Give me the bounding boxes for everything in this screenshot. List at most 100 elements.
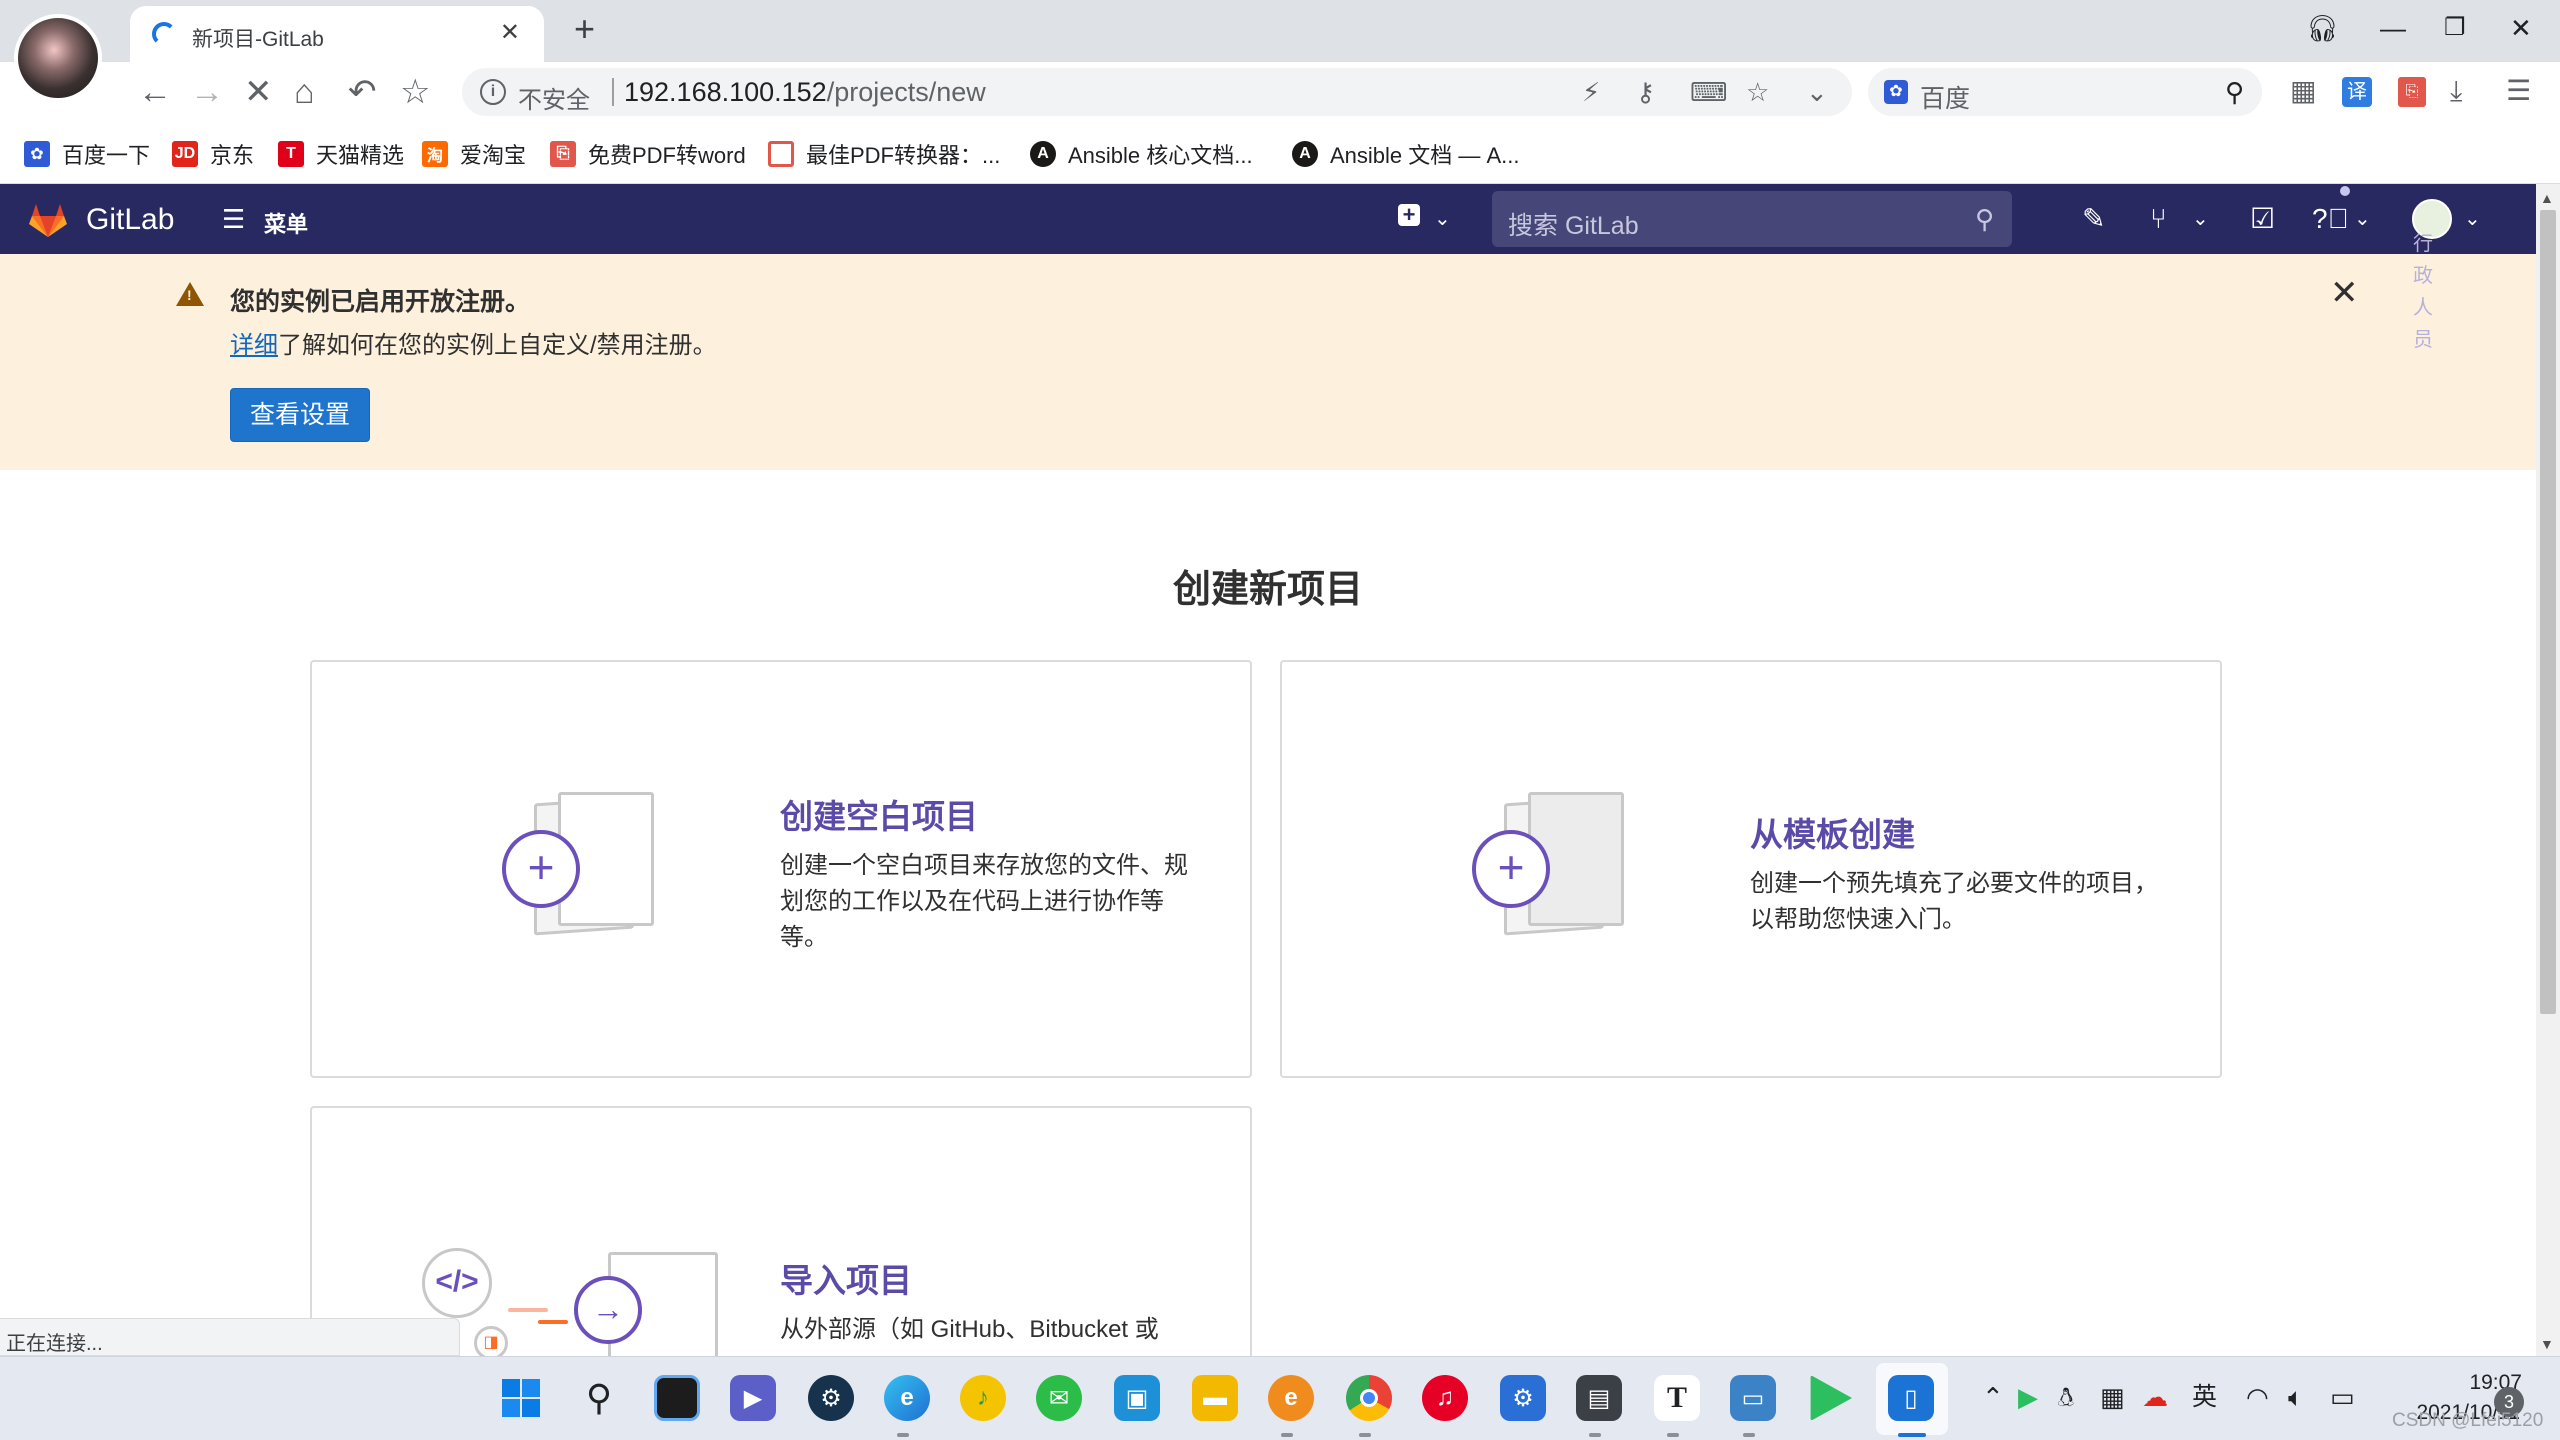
media-player-icon[interactable] (1810, 1375, 1852, 1421)
download-icon[interactable]: ⤓ (2450, 73, 2462, 109)
bookmark-label: 免费PDF转word (588, 143, 746, 168)
chevron-down-icon[interactable]: ⌄ (1434, 206, 1451, 231)
qq-tray-icon[interactable]: 🐧︎ (2058, 1379, 2074, 1415)
url-text[interactable]: 192.168.100.152/projects/new (624, 77, 986, 108)
stop-button[interactable]: ✕ (244, 72, 273, 112)
battery-icon[interactable]: ▭ (2330, 1379, 2355, 1415)
bookmark-item[interactable]: ⎘ 免费PDF转word (550, 139, 746, 169)
bookmark-item[interactable]: ✿ 百度一下 (24, 139, 150, 169)
bookmark-item[interactable]: 最佳PDF转换器：... (768, 139, 1000, 169)
baidu-icon: ✿ (24, 141, 50, 167)
loading-spinner-icon (152, 22, 176, 46)
registration-warning-banner: 您的实例已启用开放注册。 详细了解如何在您的实例上自定义/禁用注册。 ✕ 查看设… (0, 254, 2536, 470)
lightning-icon[interactable]: ⚡︎ (1582, 77, 1600, 108)
issues-icon[interactable]: ✎ (2082, 202, 2105, 236)
details-link[interactable]: 详细 (230, 332, 278, 359)
file-explorer-icon[interactable]: ▬ (1192, 1375, 1238, 1421)
wechat-icon[interactable]: ✉ (1036, 1375, 1082, 1421)
teams-chat-icon[interactable]: ▶ (730, 1375, 776, 1421)
tab-close-icon[interactable]: ✕ (500, 18, 520, 47)
search-icon[interactable]: ⚲ (576, 1375, 622, 1421)
browser-tab-active[interactable]: 新项目-GitLab ✕ (130, 6, 544, 62)
jd-icon: JD (172, 141, 198, 167)
bookmark-item[interactable]: T 天猫精选 (278, 139, 404, 169)
gitlab-search-input[interactable]: 搜索 GitLab ⚲ (1492, 191, 2012, 247)
vmware-icon[interactable]: ▣ (1114, 1375, 1160, 1421)
chevron-down-icon[interactable]: ⌄ (1806, 77, 1828, 108)
new-item-plus-icon[interactable]: + (1398, 204, 1420, 226)
scroll-up-arrow-icon[interactable]: ▲ (2540, 190, 2554, 206)
home-button[interactable]: ⌂ (294, 72, 315, 112)
menu-button[interactable]: 菜单 (264, 207, 308, 239)
pdf-extension-icon[interactable]: ⎘ (2398, 77, 2426, 107)
translate-icon[interactable]: ⌨ (1690, 77, 1728, 108)
create-from-template-card[interactable]: + 从模板创建 创建一个预先填充了必要文件的项目，以帮助您快速入门。 (1280, 660, 2222, 1078)
profile-avatar[interactable] (14, 14, 102, 102)
search-icon[interactable]: ⚲ (1975, 204, 1994, 235)
edge-browser-icon[interactable]: e (884, 1375, 930, 1421)
close-icon[interactable]: ✕ (2330, 276, 2359, 310)
close-window-button[interactable]: ✕ (2510, 12, 2532, 44)
chevron-down-icon[interactable]: ⌄ (2464, 206, 2481, 231)
settings-app-icon[interactable]: ⚙︎ (1500, 1375, 1546, 1421)
music-app-icon[interactable]: ♪ (960, 1375, 1006, 1421)
restore-button[interactable]: ❐ (2444, 12, 2466, 44)
chevron-up-icon[interactable]: ⌃ (1982, 1379, 2004, 1415)
typora-icon[interactable]: T (1654, 1375, 1700, 1421)
remote-desktop-icon[interactable]: ▭ (1730, 1375, 1776, 1421)
view-settings-button[interactable]: 查看设置 (230, 388, 370, 442)
address-bar[interactable]: i 不安全 192.168.100.152/projects/new ⚡︎ ⚷ … (462, 68, 1852, 116)
bookmark-star-icon[interactable]: ☆ (400, 72, 430, 112)
running-app-indicator (1589, 1433, 1601, 1437)
new-tab-button[interactable]: + (574, 9, 595, 49)
undo-close-tab-icon[interactable]: ↶ (348, 72, 377, 112)
media-tray-icon[interactable]: ▶ (2018, 1379, 2038, 1415)
volume-icon[interactable]: 🔈︎ (2288, 1379, 2304, 1415)
banner-title: 您的实例已启用开放注册。 (230, 288, 531, 316)
insecure-label: 不安全 (518, 87, 590, 114)
input-language-indicator[interactable]: 英 (2192, 1379, 2217, 1415)
translate-extension-icon[interactable]: 译 (2342, 77, 2372, 107)
browser-menu-icon[interactable]: ☰ (2506, 73, 2531, 109)
key-icon[interactable]: ⚷ (1636, 77, 1655, 108)
qq-browser-icon[interactable]: e (1268, 1375, 1314, 1421)
chrome-icon[interactable] (1346, 1375, 1392, 1421)
gitlab-logo-icon[interactable] (28, 202, 68, 238)
gitlab-brand[interactable]: GitLab (86, 203, 174, 237)
favorite-star-icon[interactable]: ☆ (1746, 77, 1769, 108)
tmall-icon: T (278, 141, 304, 167)
chevron-down-icon[interactable]: ⌄ (2354, 206, 2371, 231)
omnibox-separator (612, 78, 614, 106)
scroll-down-arrow-icon[interactable]: ▼ (2540, 1336, 2554, 1352)
hamburger-icon[interactable]: ☰ (222, 206, 245, 232)
pdf-converter-icon (768, 141, 794, 167)
minimize-button[interactable]: — (2380, 12, 2406, 44)
bookmark-item[interactable]: 淘爱淘宝 (422, 139, 526, 169)
back-button[interactable]: ← (138, 72, 172, 112)
task-view-icon[interactable] (654, 1375, 700, 1421)
terminal-icon[interactable]: ▤ (1576, 1375, 1622, 1421)
bookmark-item[interactable]: JD 京东 (172, 139, 254, 169)
start-menu-icon[interactable] (498, 1375, 544, 1421)
phone-link-icon[interactable]: ▯ (1888, 1375, 1934, 1421)
site-info-icon[interactable]: i (480, 79, 506, 105)
search-engine-box[interactable]: ✿ 百度 ⚲ (1868, 68, 2262, 116)
qr-code-icon[interactable]: ▦ (2290, 73, 2316, 109)
warning-icon (176, 282, 204, 306)
steam-icon[interactable]: ⚙︎ (808, 1375, 854, 1421)
app-tray-icon[interactable]: ▦ (2100, 1379, 2125, 1415)
bookmark-item[interactable]: A Ansible 文档 — A... (1292, 139, 1520, 169)
merge-requests-icon[interactable]: ⑂ (2150, 202, 2167, 236)
headset-icon[interactable]: 🎧︎ (2306, 12, 2339, 44)
chevron-down-icon[interactable]: ⌄ (2192, 206, 2209, 231)
wifi-icon[interactable]: ◠ (2246, 1379, 2269, 1415)
cloud-tray-icon[interactable]: ☁︎ (2142, 1379, 2168, 1415)
scrollbar-thumb[interactable] (2540, 210, 2556, 1014)
forward-button[interactable]: → (190, 72, 224, 112)
create-blank-project-card[interactable]: + 创建空白项目 创建一个空白项目来存放您的文件、规划您的工作以及在代码上进行协… (310, 660, 1252, 1078)
help-icon[interactable]: ?⃝ (2312, 202, 2349, 236)
search-icon[interactable]: ⚲ (2225, 77, 2244, 108)
todos-icon[interactable]: ☑ (2250, 202, 2275, 236)
netease-music-icon[interactable]: ♫ (1422, 1375, 1468, 1421)
bookmark-item[interactable]: A Ansible 核心文档... (1030, 139, 1253, 169)
